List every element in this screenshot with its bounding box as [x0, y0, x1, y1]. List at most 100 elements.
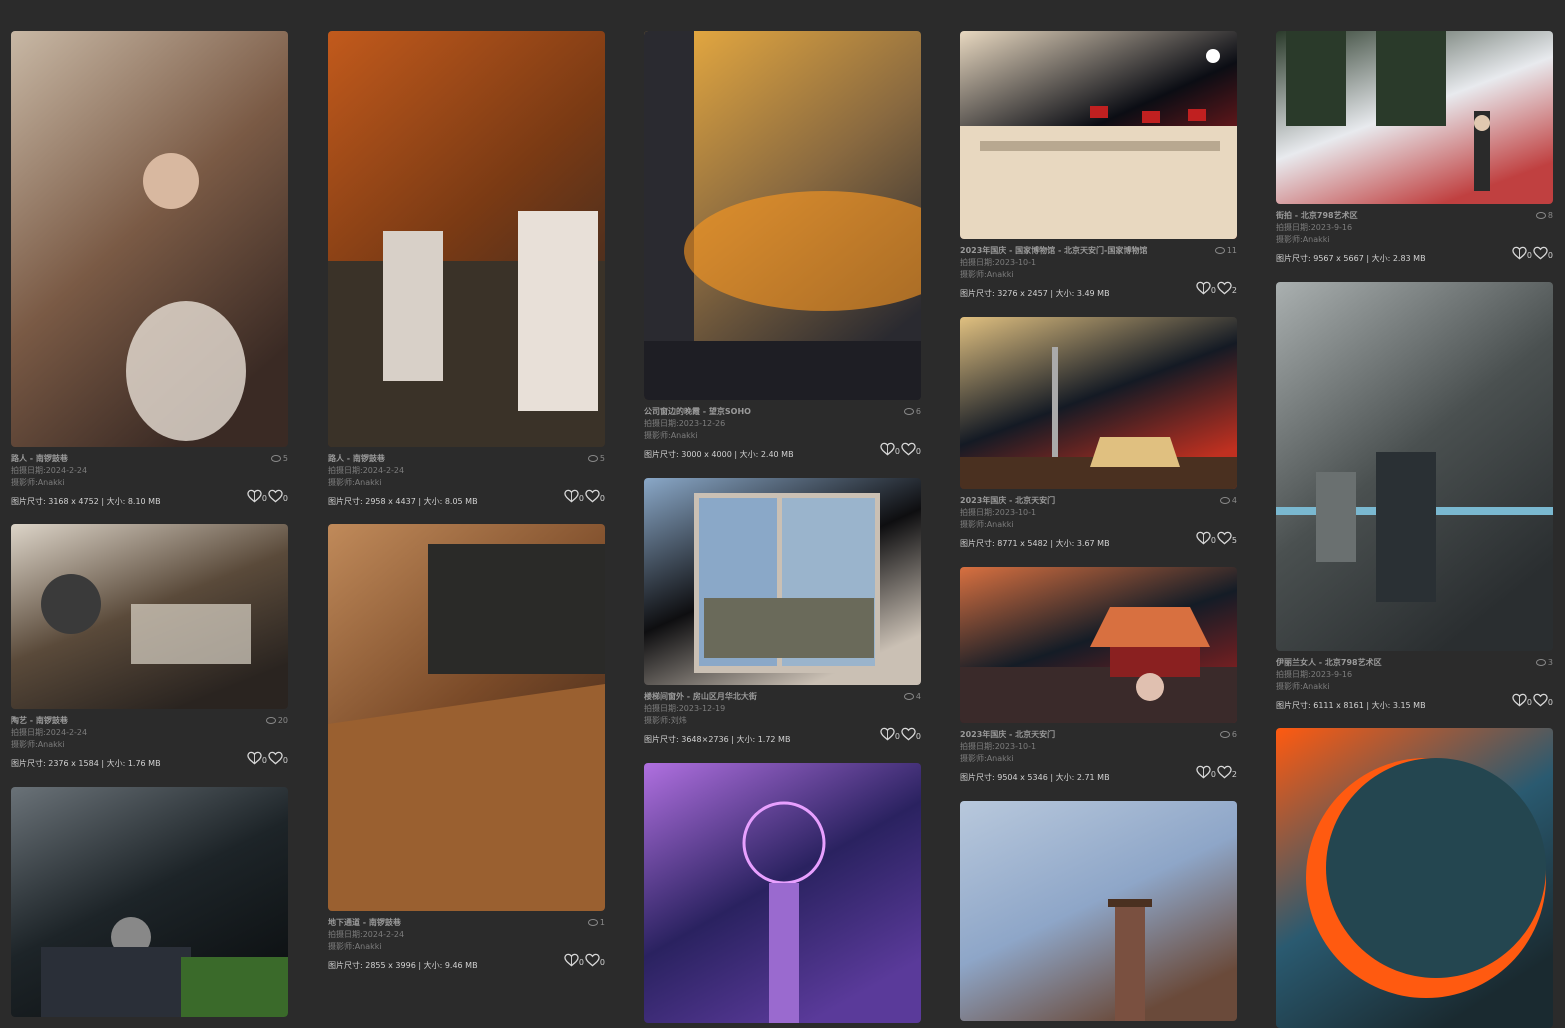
photo-photographer: 摄影师:Anakki — [1276, 235, 1330, 244]
photo-photographer: 摄影师:Anakki — [644, 431, 698, 440]
favorite-button[interactable]: 0 — [1533, 693, 1553, 707]
photo-actions: 0 0 — [246, 489, 288, 503]
photo-thumbnail[interactable] — [960, 31, 1237, 239]
photo-title[interactable]: 伊丽兰女人 - 北京798艺术区 — [1276, 657, 1526, 669]
view-count: 6 — [903, 406, 921, 418]
view-count: 1 — [587, 917, 605, 929]
photo-date: 拍摄日期:2023-9-16 — [1276, 223, 1353, 232]
eye-icon — [265, 717, 276, 724]
broken-heart-icon — [1196, 765, 1211, 779]
broken-heart-icon — [1512, 693, 1527, 707]
photo-date: 拍摄日期:2023-10-1 — [960, 258, 1037, 267]
photo-meta: 公司窗边的晚霞 - 望京SOHO 6 拍摄日期:2023-12-26 摄影师:A… — [644, 406, 921, 462]
photo-title[interactable]: 2023年国庆 - 北京天安门 — [960, 495, 1210, 507]
photo-title[interactable]: 陶艺 - 南锣鼓巷 — [11, 715, 261, 727]
photo-actions: 0 2 — [1195, 281, 1237, 295]
photo-title[interactable]: 楼梯间窗外 - 房山区月华北大街 — [644, 691, 894, 703]
photo-title[interactable]: 公司窗边的晚霞 - 望京SOHO — [644, 406, 894, 418]
photo-title[interactable]: 2023年国庆 - 北京天安门 — [960, 729, 1210, 741]
eye-icon — [270, 455, 281, 462]
broken-heart-icon — [880, 727, 895, 741]
favorite-button[interactable]: 0 — [268, 751, 288, 765]
favorite-button[interactable]: 0 — [901, 442, 921, 456]
favorite-button[interactable]: 0 — [585, 953, 605, 967]
photo-thumbnail[interactable] — [1276, 31, 1553, 204]
like-button[interactable]: 0 — [247, 751, 267, 765]
photo-thumbnail[interactable] — [644, 763, 921, 1023]
photo-thumbnail[interactable] — [11, 31, 288, 447]
broken-heart-icon — [247, 489, 262, 503]
view-count: 5 — [587, 453, 605, 465]
photo-thumbnail[interactable] — [11, 787, 288, 1017]
photo-meta: 地下通道 - 南锣鼓巷 1 拍摄日期:2024-2-24 摄影师:Anakki … — [328, 917, 605, 973]
heart-icon — [1533, 246, 1548, 260]
like-button[interactable]: 0 — [880, 727, 900, 741]
photo-title[interactable]: 地下通道 - 南锣鼓巷 — [328, 917, 578, 929]
photo-meta: 街拍 - 北京798艺术区 8 拍摄日期:2023-9-16 摄影师:Anakk… — [1276, 210, 1553, 266]
photo-photographer: 摄影师:Anakki — [328, 478, 382, 487]
favorite-button[interactable]: 5 — [1217, 531, 1237, 545]
like-button[interactable]: 0 — [1512, 693, 1532, 707]
photo-title[interactable]: 路人 - 南锣鼓巷 — [11, 453, 261, 465]
like-button[interactable]: 0 — [247, 489, 267, 503]
photo-thumbnail[interactable] — [1276, 728, 1553, 1028]
photo-photographer: 摄影师:Anakki — [960, 520, 1014, 529]
photo-actions: 0 0 — [246, 751, 288, 765]
photo-thumbnail[interactable] — [644, 478, 921, 685]
photo-meta: 楼梯间窗外 - 房山区月华北大街 4 拍摄日期:2023-12-19 摄影师:刘… — [644, 691, 921, 747]
photo-actions: 0 0 — [879, 727, 921, 741]
favorite-button[interactable]: 0 — [901, 727, 921, 741]
like-button[interactable]: 0 — [880, 442, 900, 456]
like-button[interactable]: 0 — [1512, 246, 1532, 260]
heart-icon — [585, 489, 600, 503]
eye-icon — [1219, 497, 1230, 504]
view-count: 5 — [270, 453, 288, 465]
photo-thumbnail[interactable] — [960, 567, 1237, 723]
photo-actions: 0 0 — [1511, 693, 1553, 707]
heart-icon — [1217, 531, 1232, 545]
photo-photographer: 摄影师:Anakki — [960, 754, 1014, 763]
eye-icon — [1219, 731, 1230, 738]
favorite-button[interactable]: 0 — [268, 489, 288, 503]
photo-thumbnail[interactable] — [960, 801, 1237, 1021]
photo-actions: 0 0 — [879, 442, 921, 456]
photo-date: 拍摄日期:2023-12-26 — [644, 419, 726, 428]
photo-meta: 伊丽兰女人 - 北京798艺术区 3 拍摄日期:2023-9-16 摄影师:An… — [1276, 657, 1553, 713]
favorite-button[interactable]: 2 — [1217, 765, 1237, 779]
photo-thumbnail[interactable] — [11, 524, 288, 709]
photo-title[interactable]: 街拍 - 北京798艺术区 — [1276, 210, 1526, 222]
photo-thumbnail[interactable] — [644, 31, 921, 400]
photo-title[interactable]: 2023年国庆 - 国家博物馆 - 北京天安门-国家博物馆 — [960, 245, 1210, 257]
eye-icon — [1535, 659, 1546, 666]
photo-thumbnail[interactable] — [328, 31, 605, 447]
favorite-button[interactable]: 0 — [585, 489, 605, 503]
view-count: 6 — [1219, 729, 1237, 741]
photo-date: 拍摄日期:2024-2-24 — [328, 466, 405, 475]
heart-icon — [1533, 693, 1548, 707]
photo-date: 拍摄日期:2023-10-1 — [960, 742, 1037, 751]
like-button[interactable]: 0 — [1196, 531, 1216, 545]
like-button[interactable]: 0 — [1196, 765, 1216, 779]
like-button[interactable]: 0 — [564, 953, 584, 967]
favorite-button[interactable]: 2 — [1217, 281, 1237, 295]
eye-icon — [1535, 212, 1546, 219]
photo-title[interactable]: 路人 - 南锣鼓巷 — [328, 453, 578, 465]
like-button[interactable]: 0 — [564, 489, 584, 503]
heart-icon — [1217, 765, 1232, 779]
broken-heart-icon — [564, 489, 579, 503]
view-count: 4 — [903, 691, 921, 703]
heart-icon — [585, 953, 600, 967]
broken-heart-icon — [1196, 531, 1211, 545]
photo-actions: 0 0 — [563, 489, 605, 503]
favorite-button[interactable]: 0 — [1533, 246, 1553, 260]
photo-thumbnail[interactable] — [328, 524, 605, 911]
photo-thumbnail[interactable] — [960, 317, 1237, 489]
like-button[interactable]: 0 — [1196, 281, 1216, 295]
photo-meta: 2023年国庆 - 北京天安门 6 拍摄日期:2023-10-1 摄影师:Ana… — [960, 729, 1237, 785]
photo-actions: 0 0 — [1511, 246, 1553, 260]
photo-thumbnail[interactable] — [1276, 282, 1553, 651]
view-count: 4 — [1219, 495, 1237, 507]
photo-meta: 2023年国庆 - 北京天安门 4 拍摄日期:2023-10-1 摄影师:Ana… — [960, 495, 1237, 551]
broken-heart-icon — [247, 751, 262, 765]
heart-icon — [901, 727, 916, 741]
